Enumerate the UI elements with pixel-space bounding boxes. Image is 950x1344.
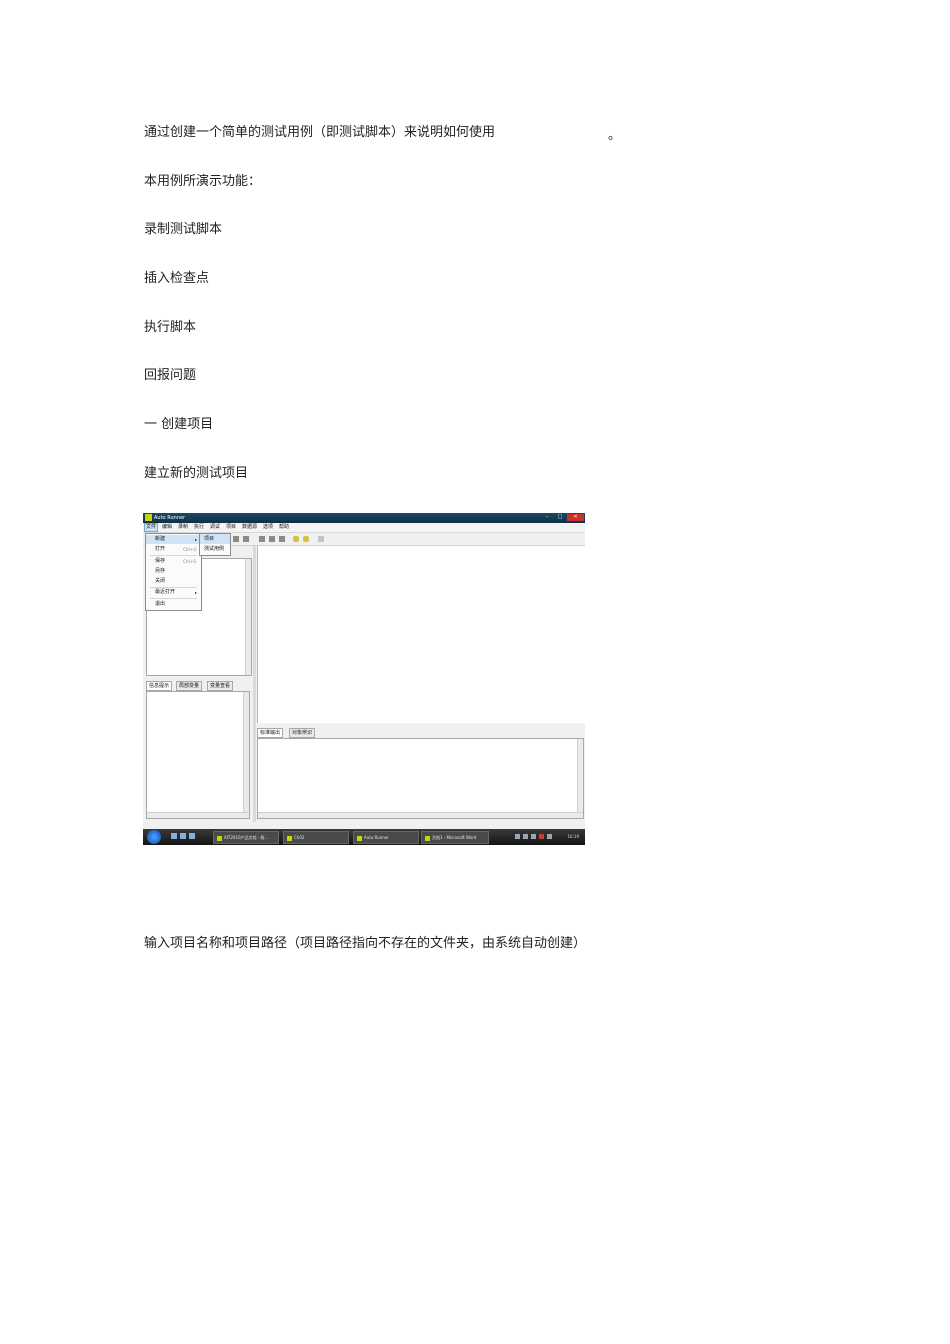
menu-edit[interactable]: 编辑 [162, 523, 172, 532]
feature-item: 录制测试脚本 [144, 222, 223, 237]
quicklaunch-icon[interactable] [189, 833, 195, 839]
checkpoint-icon[interactable] [303, 536, 309, 542]
taskbar-clock[interactable]: 16:19 [567, 832, 579, 842]
minimize-button[interactable]: – [541, 514, 553, 521]
after-screenshot-text: 输入项目名称和项目路径（项目路径指向不存在的文件夹，由系统自动创建） [144, 936, 587, 951]
app-icon [357, 835, 362, 841]
tray-icon[interactable] [531, 834, 536, 839]
script-editor[interactable] [257, 546, 585, 723]
tray-icon[interactable] [523, 834, 528, 839]
step-icon[interactable] [243, 536, 249, 542]
feature-item: 回报问题 [144, 368, 197, 383]
taskbar-button[interactable]: Ch02 [283, 831, 349, 844]
system-tray: 16:19 [515, 832, 581, 842]
tab-stdout[interactable]: 标准输出 [257, 728, 284, 738]
menu-debug[interactable]: 调试 [210, 523, 220, 532]
app-screenshot: Auto Runner – □ ✕ 文件 编辑 录制 执行 调试 项目 数据源 … [143, 513, 585, 845]
intro-period: 。 [608, 128, 622, 143]
splitter-handle[interactable] [253, 546, 256, 822]
feature-item: 执行脚本 [144, 320, 197, 335]
menu-divider [150, 598, 197, 599]
checkpoint-icon[interactable] [293, 536, 299, 542]
menu-project[interactable]: 项目 [226, 523, 236, 532]
step-text: 建立新的测试项目 [144, 466, 249, 481]
menu-item-save-as[interactable]: 另存 [146, 567, 201, 576]
start-orb-icon[interactable] [147, 830, 161, 844]
scrollbar[interactable] [577, 739, 583, 818]
grid-icon[interactable] [269, 536, 275, 542]
grid-icon[interactable] [259, 536, 265, 542]
feature-item: 插入检查点 [144, 271, 210, 286]
menu-item-close[interactable]: 关闭 [146, 577, 201, 586]
maximize-button[interactable]: □ [554, 514, 566, 521]
menu-item-open[interactable]: 打开 Ctrl+O [146, 545, 201, 554]
submenu-item-project[interactable]: 项目 [200, 534, 230, 544]
menu-bar: 文件 编辑 录制 执行 调试 项目 数据源 选项 帮助 [143, 523, 585, 533]
window-icon [217, 835, 222, 841]
taskbar-button[interactable]: AIT2010产品文档 - 版... [213, 831, 279, 844]
word-icon [425, 835, 430, 841]
section-title: 一 创建项目 [144, 417, 214, 432]
quicklaunch-icon[interactable] [180, 833, 186, 839]
menu-file[interactable]: 文件 [144, 523, 159, 532]
quicklaunch-icon[interactable] [171, 833, 177, 839]
menu-item-exit[interactable]: 退出 [146, 600, 201, 609]
taskbar-button[interactable]: Auto Runner [353, 831, 419, 844]
tray-icon[interactable] [547, 834, 552, 839]
tray-icon[interactable] [539, 834, 544, 839]
submenu-item-testcase[interactable]: 测试用例 [200, 544, 230, 554]
menu-help[interactable]: 帮助 [279, 523, 289, 532]
features-heading: 本用例所演示功能： [144, 174, 262, 189]
submenu-arrow-icon: ▸ [195, 590, 198, 595]
menu-item-new[interactable]: 新建 ▸ [146, 535, 201, 544]
stop-icon[interactable] [233, 536, 239, 542]
menu-options[interactable]: 选项 [263, 523, 273, 532]
menu-datasource[interactable]: 数据源 [242, 523, 257, 532]
spy-icon[interactable] [318, 536, 324, 542]
scrollbar[interactable] [147, 812, 249, 818]
submenu-arrow-icon: ▸ [195, 537, 198, 542]
intro-paragraph: 通过创建一个简单的测试用例（即测试脚本）来说明如何使用 [144, 125, 496, 140]
output-panel [257, 738, 584, 819]
menu-run[interactable]: 执行 [194, 523, 204, 532]
info-panel [146, 691, 250, 819]
taskbar-button[interactable]: 文档1 - Microsoft Word [421, 831, 489, 844]
folder-icon [287, 835, 292, 841]
new-submenu: 项目 测试用例 [199, 533, 231, 556]
app-logo-icon [145, 514, 152, 521]
menu-item-save[interactable]: 保存 Ctrl+S [146, 557, 201, 566]
window-titlebar: Auto Runner – □ ✕ [143, 513, 585, 523]
tab-object-id[interactable]: 对象辨识 [289, 728, 316, 738]
tab-local-vars[interactable]: 局部变量 [176, 681, 203, 691]
tab-info[interactable]: 信息提示 [146, 681, 173, 691]
menu-divider [150, 555, 197, 556]
scrollbar[interactable] [258, 812, 583, 818]
scrollbar[interactable] [243, 692, 249, 818]
close-button[interactable]: ✕ [567, 514, 584, 521]
tab-watch[interactable]: 变量查看 [207, 681, 234, 691]
scrollbar[interactable] [245, 559, 251, 675]
file-menu-dropdown: 新建 ▸ 打开 Ctrl+O 保存 Ctrl+S 另存 关闭 最近打开 ▸ 退出 [145, 533, 202, 611]
grid-icon[interactable] [279, 536, 285, 542]
taskbar: AIT2010产品文档 - 版... Ch02 Auto Runner 文档1 … [143, 829, 585, 845]
menu-item-recent[interactable]: 最近打开 ▸ [146, 588, 201, 597]
menu-record[interactable]: 录制 [178, 523, 188, 532]
window-title: Auto Runner [154, 515, 186, 521]
tray-icon[interactable] [515, 834, 520, 839]
